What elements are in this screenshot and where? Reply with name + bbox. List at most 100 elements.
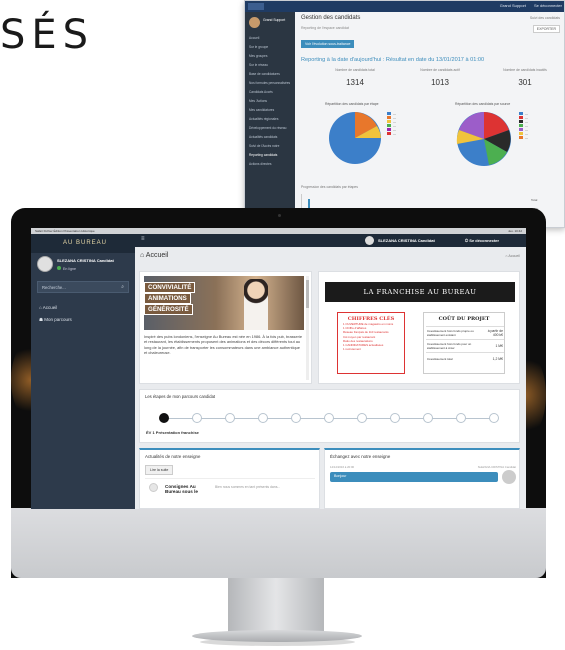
mac-menu[interactable]: Safari Fichier Édition Présentation Hist… — [35, 229, 95, 233]
cost-value: à partir de 400 k€ — [484, 326, 504, 340]
sidebar-item[interactable]: Développement du réseau — [249, 124, 290, 133]
portal-topbar: ≡ SLEZANA CRISTINA Candidat ⏻ Se déconne… — [135, 234, 526, 247]
sidebar-item[interactable]: Actions directes — [249, 160, 290, 169]
sidebar-item[interactable]: Actualités régionales — [249, 115, 290, 124]
stat-label: Nombre de candidats actif — [420, 68, 460, 72]
brand-description: Inspiré des pubs londoniens, l'enseigne … — [144, 334, 302, 356]
sidebar-user-name: SLEZANA CRISTINA Candidat — [57, 258, 114, 263]
step-indicator[interactable] — [456, 413, 466, 423]
admin-user-name[interactable]: Grand Support — [500, 3, 526, 8]
portal-main: ⌂ Accueil ⌂ Accueil CONVIVIALITÉ ANIMATI… — [135, 247, 526, 509]
nav-label: Accueil — [42, 305, 58, 310]
stat-label: Nombre de candidats total — [335, 68, 375, 72]
list-item[interactable]: Consignes Au Bureau sous le Bien nous so… — [145, 478, 315, 508]
avatar — [502, 470, 516, 484]
step-indicator[interactable] — [258, 413, 268, 423]
admin-dashboard-screen: Grand Support Se déconnecter Grand Suppo… — [244, 0, 565, 228]
franchise-banner: LA FRANCHISE AU BUREAU — [325, 282, 515, 302]
step-indicator[interactable] — [225, 413, 235, 423]
mac-clock: Jeu. 10:42 — [507, 229, 522, 233]
sidebar-item[interactable]: Mes 'Actions — [249, 97, 290, 106]
sidebar-item[interactable]: Suivi de l'Accès notre — [249, 142, 290, 151]
promo-tag: GÉNÉROSITÉ — [144, 304, 193, 315]
stat-value: 1013 — [431, 78, 449, 87]
chat-meta: 14/12/2016 à 20:00 SLEZANA CRISTINA Cand… — [330, 465, 516, 469]
avatar — [37, 256, 53, 272]
step-indicator[interactable] — [291, 413, 301, 423]
avatar — [249, 17, 260, 28]
step-indicator[interactable] — [357, 413, 367, 423]
logout-link[interactable]: ⏻ Se déconnecter — [465, 238, 499, 243]
project-cost-table: Investissement hors fonds propre ou étab… — [426, 326, 504, 366]
imac-stand — [228, 578, 324, 634]
franchise-card: LA FRANCHISE AU BUREAU CHIFFRES CLÉS 1 O… — [318, 271, 520, 384]
cost-label: Investissement hors fonds pour un établi… — [426, 339, 484, 353]
key-figures-box: CHIFFRES CLÉS 1 OUVERTURE de magasins en… — [337, 312, 405, 374]
step-indicator[interactable] — [489, 413, 499, 423]
stat-label: Nombre de candidats inactifs — [503, 68, 547, 72]
chat-title: Échangez avec notre enseigne — [330, 454, 391, 459]
nav-label: Mon parcours — [44, 317, 72, 322]
admin-logo — [248, 3, 264, 10]
pie-chart-sources — [456, 112, 511, 166]
news-item-icon — [149, 483, 158, 492]
portal-logo[interactable]: AU BUREAU — [31, 234, 135, 253]
pie-left-legend: — — — — — — — [387, 112, 396, 136]
menu-toggle-icon[interactable]: ≡ — [141, 236, 145, 242]
project-cost-title: COÛT DU PROJET — [438, 316, 490, 322]
export-button[interactable]: EXPORTER — [532, 25, 560, 33]
step-indicator[interactable] — [192, 413, 202, 423]
online-label: En ligne — [63, 267, 76, 271]
project-cost-box: COÛT DU PROJET Investissement hors fonds… — [423, 312, 505, 374]
avatar[interactable] — [365, 236, 374, 245]
search-icon[interactable]: ⌕ — [121, 284, 124, 290]
read-more-button[interactable]: Lire la suite — [145, 465, 174, 475]
steps-title: Les étapes de mon parcours candidat — [145, 394, 216, 399]
scrollbar-thumb[interactable] — [306, 280, 309, 308]
logout-label: Se déconnecter — [469, 238, 500, 243]
news-item-text: Bien nous sommes en tant présents dans..… — [215, 485, 281, 489]
sidebar-item[interactable]: Candidats Accès — [249, 88, 290, 97]
chat-author: SLEZANA CRISTINA Candidat — [477, 465, 516, 469]
key-figure: 1 recrutement — [343, 347, 361, 352]
current-step-label: ÉV 1 Présentation franchise — [146, 430, 199, 435]
sidebar-item[interactable]: Base de candidatures — [249, 70, 290, 79]
imac-base — [192, 630, 362, 642]
sidebar-item[interactable]: Actualités candidats — [249, 133, 290, 142]
admin-topbar: Grand Support Se déconnecter — [245, 1, 564, 12]
report-heading: Reporting à la date d'aujourd'hui : Résu… — [301, 57, 485, 63]
evolution-button[interactable]: Voir l'évolution sous-traitance — [301, 40, 355, 48]
photo-person — [244, 279, 268, 330]
sidebar-item-active[interactable]: Reporting candidats — [249, 151, 290, 160]
legend-item: Total — [531, 198, 538, 202]
sidebar-item[interactable]: Accueil — [249, 34, 290, 43]
breadcrumb[interactable]: ⌂ Accueil — [505, 254, 520, 258]
scrollbar[interactable] — [306, 276, 309, 380]
page-subtitle: Reporting de l'espace candidat — [301, 26, 349, 30]
table-row: Investissement total 1,2 M€ — [426, 352, 504, 366]
admin-logout-link[interactable]: Se déconnecter — [534, 3, 562, 8]
sidebar-item[interactable]: Sur le réseau — [249, 61, 290, 70]
candidate-portal-screen: Safari Fichier Édition Présentation Hist… — [31, 228, 526, 509]
step-indicator[interactable] — [423, 413, 433, 423]
stat-value: 1314 — [346, 78, 364, 87]
cost-value: 1 M€ — [484, 339, 504, 353]
search-placeholder: Recherche... — [42, 285, 66, 290]
step-indicator[interactable] — [159, 413, 169, 423]
step-indicator[interactable] — [324, 413, 334, 423]
news-item-title[interactable]: Consignes Au Bureau sous le — [165, 484, 211, 494]
sidebar-item-parcours[interactable]: ☗ Mon parcours — [39, 317, 72, 323]
search-input[interactable]: Recherche... ⌕ — [37, 281, 129, 293]
chat-date: 14/12/2016 à 20:00 — [330, 465, 355, 469]
sidebar-item[interactable]: Sur le groupe — [249, 43, 290, 52]
breadcrumb[interactable]: Suivi des candidats — [530, 16, 560, 20]
step-indicator[interactable] — [390, 413, 400, 423]
chat-message: Bonjour — [330, 472, 498, 482]
sidebar-item-accueil[interactable]: ⌂ Accueil — [39, 305, 57, 310]
sidebar-item[interactable]: Mes groupes — [249, 52, 290, 61]
sidebar-item[interactable]: Nos formules personnalisées — [249, 79, 290, 88]
brand-name: AU BUREAU — [63, 240, 108, 246]
cost-label: Investissement total — [426, 352, 484, 366]
sidebar-item[interactable]: Mes candidatures — [249, 106, 290, 115]
top-user-name[interactable]: SLEZANA CRISTINA Candidat — [378, 238, 435, 243]
